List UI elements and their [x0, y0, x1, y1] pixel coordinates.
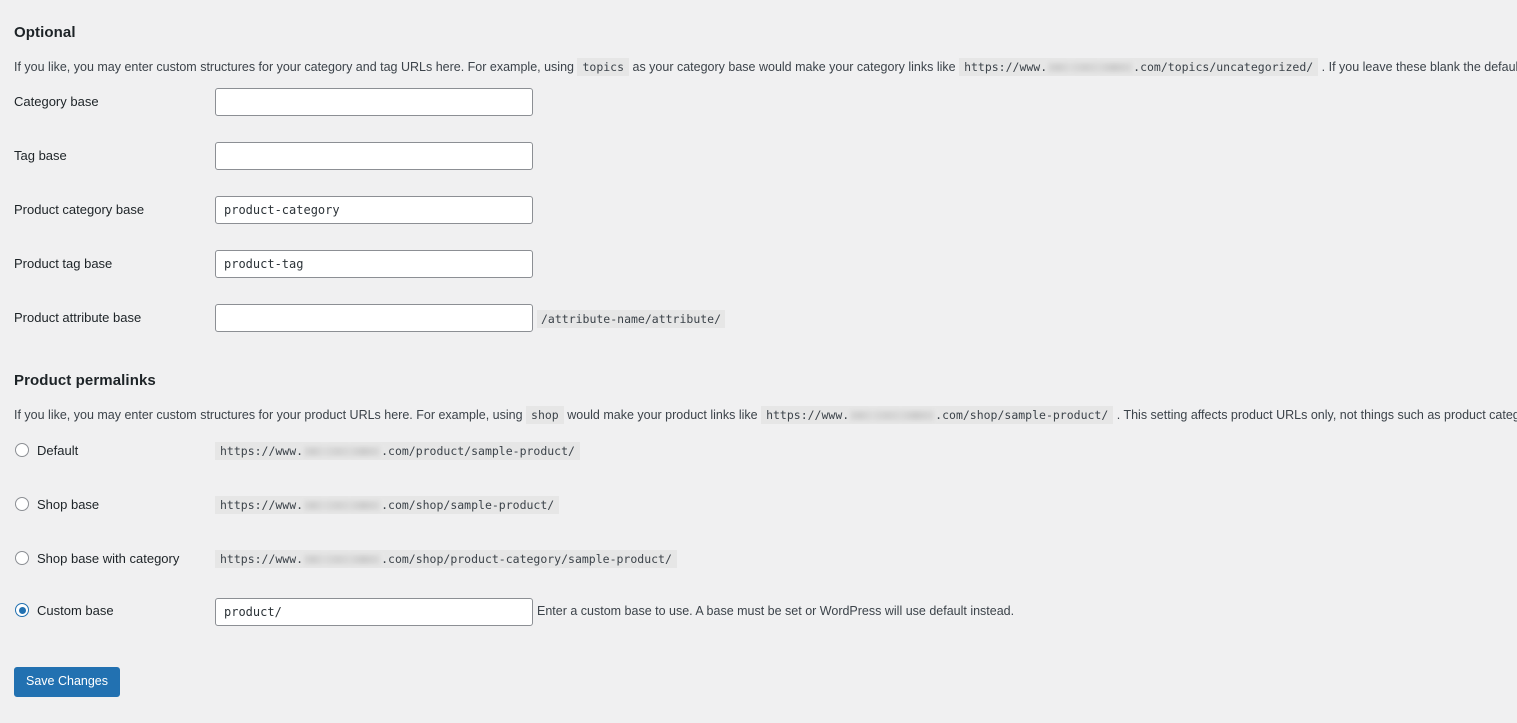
custom-base-help-text: Enter a custom base to use. A base must … [537, 604, 1015, 618]
label-product-tag-base: Product tag base [14, 256, 113, 271]
save-changes-button[interactable]: Save Changes [14, 667, 121, 697]
permalink-option-label-custom-base: Custom base [37, 603, 114, 618]
radio-icon-shop-base-with-category[interactable] [15, 551, 29, 565]
redacted-domain [850, 410, 935, 420]
permalink-option-shop-base-with-category[interactable]: Shop base with category https://www. .com… [0, 546, 1500, 574]
input-product-attribute-base[interactable] [215, 304, 533, 332]
input-product-category-base[interactable] [215, 196, 533, 224]
permalink-example-default: https://www. .com/product/sample-product/ [215, 442, 580, 460]
optional-desc-part1: If you like, you may enter custom struct… [14, 59, 574, 74]
permalink-example-shop-base: https://www. .com/shop/sample-product/ [215, 496, 560, 514]
example-url-suffix: .com/shop/sample-product/ [381, 498, 555, 512]
permalinks-desc-part2: would make your product links like [567, 407, 758, 422]
example-url-prefix: https://www. [220, 444, 304, 458]
example-url-prefix: https://www. [220, 552, 304, 566]
label-product-attribute-base: Product attribute base [14, 310, 142, 325]
radio-icon-custom-base[interactable] [15, 603, 29, 617]
redacted-domain [304, 447, 381, 456]
optional-section-description: If you like, you may enter custom struct… [14, 57, 1517, 76]
product-permalinks-description: If you like, you may enter custom struct… [14, 405, 1517, 424]
input-category-base[interactable] [215, 88, 533, 116]
example-url-suffix: .com/topics/uncategorized/ [1133, 59, 1314, 74]
label-category-base: Category base [14, 94, 99, 109]
field-row-tag-base: Tag base [0, 142, 1500, 172]
redacted-domain [1048, 62, 1133, 72]
label-tag-base: Tag base [14, 148, 67, 163]
permalink-option-shop-base[interactable]: Shop base https://www. .com/shop/sample-p… [0, 492, 1500, 520]
radio-icon-default[interactable] [15, 443, 29, 457]
example-url-suffix: .com/shop/product-category/sample-produc… [381, 552, 672, 566]
permalinks-desc-code-shop: shop [526, 405, 564, 424]
field-row-category-base: Category base [0, 88, 1500, 118]
permalink-option-label-shop-base: Shop base [37, 497, 100, 512]
optional-desc-part2: as your category base would make your ca… [632, 59, 956, 74]
input-tag-base[interactable] [215, 142, 533, 170]
redacted-domain [304, 501, 381, 510]
permalinks-desc-part1: If you like, you may enter custom struct… [14, 407, 523, 422]
example-url-prefix: https://www. [766, 407, 850, 422]
permalink-settings-page: Optional If you like, you may enter cust… [0, 0, 1517, 723]
permalink-option-label-default: Default [37, 443, 79, 458]
optional-section-heading: Optional [14, 24, 76, 42]
field-row-product-attribute-base: Product attribute base /attribute-name/a… [0, 304, 1500, 334]
redacted-domain [304, 555, 381, 564]
example-url-prefix: https://www. [964, 59, 1048, 74]
product-permalinks-heading: Product permalinks [14, 372, 156, 390]
product-attribute-base-suffix: /attribute-name/attribute/ [537, 310, 726, 328]
label-product-category-base: Product category base [14, 202, 145, 217]
input-product-tag-base[interactable] [215, 250, 533, 278]
radio-icon-shop-base[interactable] [15, 497, 29, 511]
optional-desc-part3: . If you leave these blank the defaults … [1321, 59, 1517, 74]
permalinks-desc-example-url: https://www. .com/shop/sample-product/ [761, 405, 1114, 424]
optional-desc-code-topics: topics [577, 57, 630, 76]
input-custom-base[interactable] [215, 598, 533, 626]
example-url-suffix: .com/product/sample-product/ [381, 444, 575, 458]
example-url-suffix: .com/shop/sample-product/ [935, 407, 1109, 422]
example-url-prefix: https://www. [220, 498, 304, 512]
field-row-product-tag-base: Product tag base [0, 250, 1500, 280]
permalink-example-shop-base-with-category: https://www. .com/shop/product-category/s… [215, 550, 677, 568]
field-row-product-category-base: Product category base [0, 196, 1500, 226]
permalink-option-custom-base[interactable]: Custom base Enter a custom base to use. … [0, 598, 1500, 626]
permalink-option-default[interactable]: Default https://www. .com/product/sample-… [0, 438, 1500, 466]
permalink-option-label-shop-base-with-category: Shop base with category [37, 551, 180, 566]
permalinks-desc-part3: . This setting affects product URLs only… [1116, 407, 1517, 422]
optional-desc-example-url: https://www. .com/topics/uncategorized/ [959, 57, 1319, 76]
